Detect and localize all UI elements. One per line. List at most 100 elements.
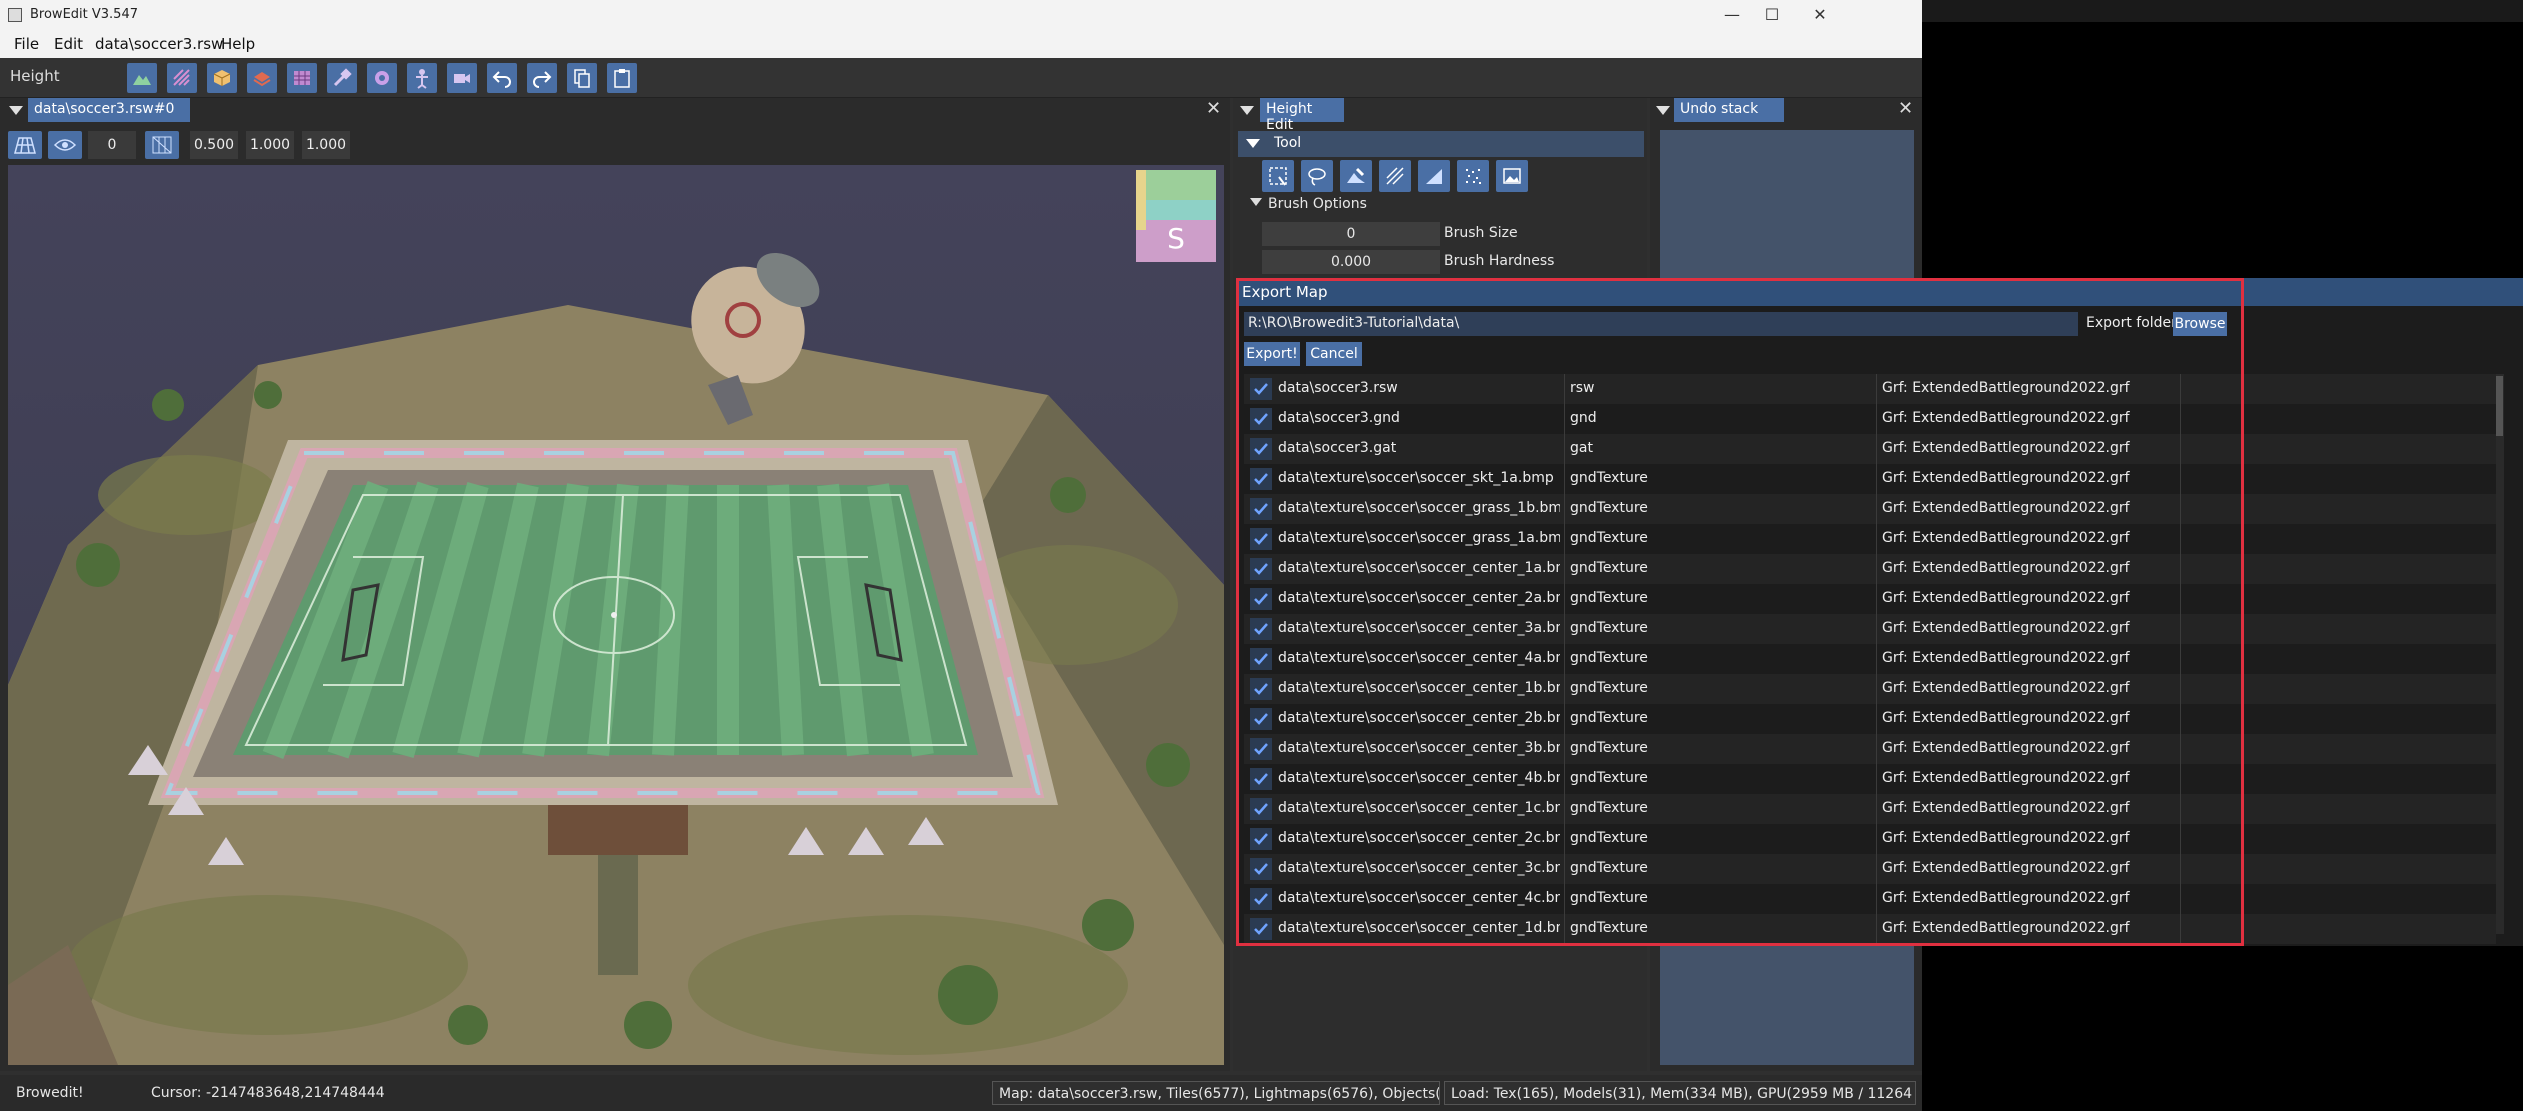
camera-icon[interactable] [447,63,477,93]
include-checkbox[interactable] [1250,438,1272,460]
table-row[interactable]: data\texture\soccer\soccer_center_4b.bmp… [1244,764,2496,794]
undo-panel-menu-icon[interactable] [1656,106,1670,115]
image-import-icon[interactable] [1496,160,1528,192]
include-checkbox[interactable] [1250,918,1272,940]
tool-section-header[interactable]: Tool [1238,131,1644,157]
table-row[interactable]: data\texture\soccer\soccer_center_1b.bmp… [1244,674,2496,704]
scale-field-b[interactable]: 1.000 [246,131,294,159]
include-checkbox[interactable] [1250,528,1272,550]
table-row[interactable]: data\texture\soccer\soccer_center_3b.bmp… [1244,734,2496,764]
table-row[interactable]: data\soccer3.gnd gnd Grf: ExtendedBattlegr… [1244,404,2496,434]
hammer-icon[interactable] [327,63,357,93]
table-row[interactable]: data\texture\soccer\soccer_skt_1a.bmp gnd… [1244,464,2496,494]
row-file-type: gndTexture [1570,500,1648,516]
table-row[interactable]: data\texture\soccer\soccer_grass_1a.bmp g… [1244,524,2496,554]
sound-icon[interactable] [367,63,397,93]
wall-edit-icon[interactable] [247,63,277,93]
status-map-info: Map: data\soccer3.rsw, Tiles(6577), Ligh… [992,1081,1440,1105]
select-rect-icon[interactable] [1262,160,1294,192]
slope-icon[interactable] [1418,160,1450,192]
redo-icon[interactable] [527,63,557,93]
table-row[interactable]: data\texture\soccer\soccer_center_4c.bmp… [1244,884,2496,914]
opacity-field-a[interactable]: 0.500 [190,131,238,159]
brush-options-label[interactable]: Brush Options [1268,196,1367,212]
table-row[interactable]: data\texture\soccer\soccer_center_1c.bmp… [1244,794,2496,824]
table-row[interactable]: data\texture\soccer\soccer_center_1d.bmp… [1244,914,2496,944]
brush-raise-icon[interactable] [1340,160,1372,192]
main-toolbar: Height [0,58,1922,98]
menu-file[interactable]: File [14,35,39,53]
include-checkbox[interactable] [1250,708,1272,730]
table-row[interactable]: data\soccer3.gat gat Grf: ExtendedBattlegr… [1244,434,2496,464]
include-checkbox[interactable] [1250,648,1272,670]
include-checkbox[interactable] [1250,888,1272,910]
undo-icon[interactable] [487,63,517,93]
cancel-button[interactable]: Cancel [1306,342,1362,366]
hatch-icon[interactable] [1379,160,1411,192]
grid-size-field[interactable]: 0 [88,131,136,159]
brush-size-field[interactable]: 0 [1262,222,1440,246]
table-row[interactable]: data\texture\soccer\soccer_center_2a.bmp… [1244,584,2496,614]
table-row[interactable]: data\texture\soccer\soccer_grass_1b.bmp g… [1244,494,2496,524]
brush-hardness-field[interactable]: 0.000 [1262,250,1440,274]
scale-field-c[interactable]: 1.000 [302,131,350,159]
close-button[interactable]: ✕ [1800,3,1840,27]
nav-cube-label: S [1167,222,1185,255]
browse-button[interactable]: Browse [2173,312,2227,336]
object-edit-icon[interactable] [207,63,237,93]
table-row[interactable]: data\texture\soccer\soccer_center_3a.bmp… [1244,614,2496,644]
include-checkbox[interactable] [1250,558,1272,580]
row-source: Grf: ExtendedBattleground2022.grf [1882,860,2130,876]
table-row[interactable]: data\texture\soccer\soccer_center_2c.bmp… [1244,824,2496,854]
include-checkbox[interactable] [1250,378,1272,400]
include-checkbox[interactable] [1250,738,1272,760]
include-checkbox[interactable] [1250,408,1272,430]
lasso-icon[interactable] [1301,160,1333,192]
height-edit-icon[interactable] [127,63,157,93]
export-dialog-title[interactable]: Export Map [1236,278,2523,306]
table-row[interactable]: data\soccer3.rsw rsw Grf: ExtendedBattlegr… [1244,374,2496,404]
tab-height-edit[interactable]: Height Edit [1260,98,1344,133]
copy-icon[interactable] [567,63,597,93]
include-checkbox[interactable] [1250,768,1272,790]
effect-icon[interactable] [407,63,437,93]
maximize-button[interactable]: ☐ [1752,3,1792,27]
panel-menu-icon[interactable] [9,106,23,115]
tab-undo-stack[interactable]: Undo stack [1674,98,1784,122]
menu-map[interactable]: data\soccer3.rsw [95,35,223,53]
tab-viewport[interactable]: data\soccer3.rsw#0 [28,98,190,122]
eye-toggle-icon[interactable] [48,131,82,159]
row-source: Grf: ExtendedBattleground2022.grf [1882,650,2130,666]
export-folder-input[interactable]: R:\RO\Browedit3-Tutorial\data\ [1244,312,2078,336]
menu-help[interactable]: Help [221,35,255,53]
brush-options-toggle-icon[interactable] [1250,198,1262,206]
menu-edit[interactable]: Edit [54,35,83,53]
table-row[interactable]: data\texture\soccer\soccer_center_1a.bmp… [1244,554,2496,584]
table-row[interactable]: data\texture\soccer\soccer_center_2b.bmp… [1244,704,2496,734]
include-checkbox[interactable] [1250,468,1272,490]
grid-toggle-icon[interactable] [8,131,42,159]
export-button[interactable]: Export! [1244,342,1300,366]
gat-edit-icon[interactable] [287,63,317,93]
map-3d-view[interactable]: S [8,165,1224,1065]
close-viewport-icon[interactable]: ✕ [1206,98,1221,119]
paste-icon[interactable] [607,63,637,93]
include-checkbox[interactable] [1250,498,1272,520]
minimize-button[interactable]: — [1712,3,1752,27]
include-checkbox[interactable] [1250,828,1272,850]
table-row[interactable]: data\texture\soccer\soccer_center_3c.bmp… [1244,854,2496,884]
nav-cube[interactable]: S [1136,166,1216,262]
noise-icon[interactable] [1457,160,1489,192]
include-checkbox[interactable] [1250,678,1272,700]
include-checkbox[interactable] [1250,588,1272,610]
close-undo-icon[interactable]: ✕ [1898,98,1913,119]
include-checkbox[interactable] [1250,618,1272,640]
include-checkbox[interactable] [1250,798,1272,820]
row-file-type: gndTexture [1570,740,1648,756]
snap-toggle-icon[interactable] [145,131,179,159]
table-row[interactable]: data\texture\soccer\soccer_center_4a.bmp… [1244,644,2496,674]
height-panel-menu-icon[interactable] [1240,106,1254,115]
texture-paint-icon[interactable] [167,63,197,93]
row-file-path: data\texture\soccer\soccer_center_4c.bmp [1278,890,1560,906]
include-checkbox[interactable] [1250,858,1272,880]
